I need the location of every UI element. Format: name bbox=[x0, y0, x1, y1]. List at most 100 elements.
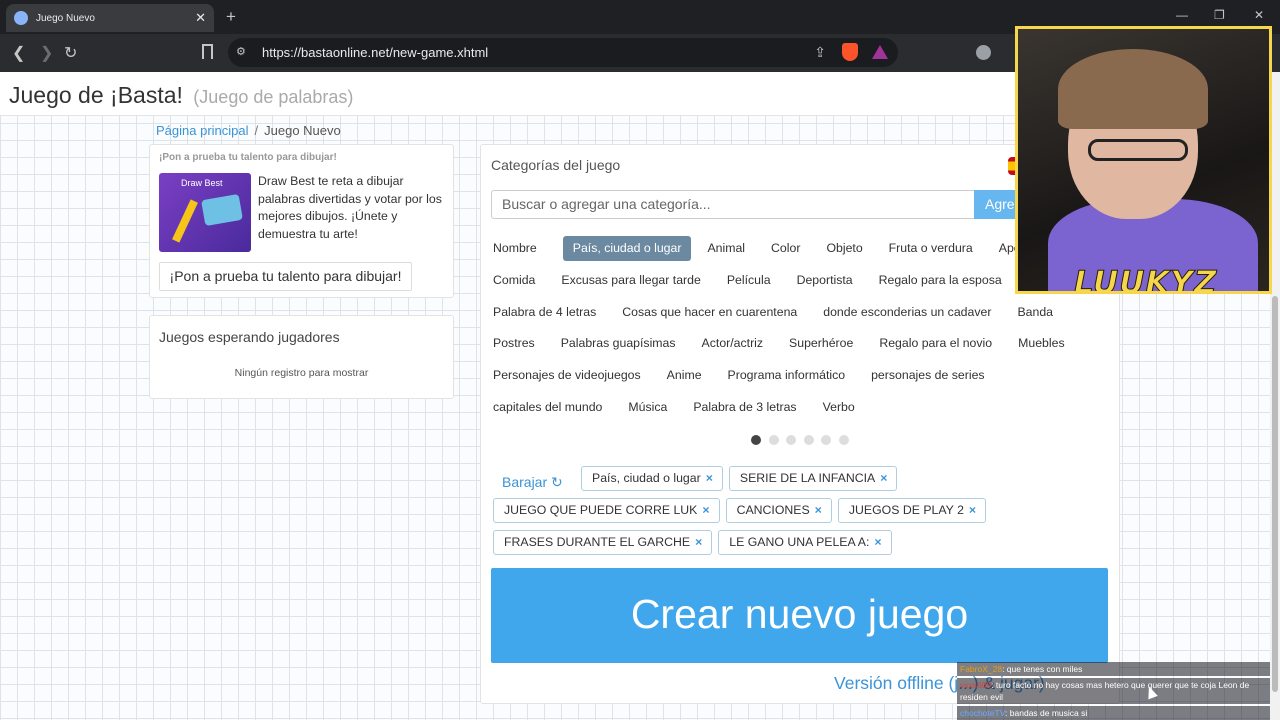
category-chip[interactable]: Banda bbox=[1017, 300, 1066, 325]
remove-category-icon[interactable]: × bbox=[880, 471, 887, 485]
category-chip[interactable]: Palabra de 4 letras bbox=[493, 300, 609, 325]
category-chip[interactable]: Superhéroe bbox=[789, 331, 866, 356]
lets-draw-badge-icon bbox=[201, 193, 243, 227]
selected-row: País, ciudad o lugar × SERIE DE LA INFANC… bbox=[581, 466, 903, 491]
category-chip[interactable]: Cosas que hacer en cuarentena bbox=[622, 300, 810, 325]
extension-icon[interactable] bbox=[976, 45, 991, 60]
chat-user: vxxs609 bbox=[960, 680, 992, 690]
category-chip[interactable]: Muebles bbox=[1018, 331, 1077, 356]
shuffle-button[interactable]: Barajar ↻ bbox=[502, 474, 563, 491]
category-chip-active[interactable]: País, ciudad o lugar bbox=[562, 236, 692, 261]
bookmark-icon[interactable] bbox=[202, 44, 213, 59]
category-chip[interactable]: Regalo para el novio bbox=[879, 331, 1005, 356]
minimize-icon[interactable]: — bbox=[1176, 8, 1188, 22]
category-chip[interactable]: Color bbox=[771, 236, 813, 261]
chat-message: FabroX_28: que tenes con miles bbox=[957, 662, 1270, 676]
close-tab-icon[interactable]: ✕ bbox=[195, 10, 206, 26]
category-row: Comida Excusas para llegar tarde Películ… bbox=[493, 268, 1028, 293]
stream-chat-overlay: FabroX_28: que tenes con miles vxxs609: … bbox=[957, 662, 1270, 720]
selected-category: JUEGOS DE PLAY 2 × bbox=[837, 498, 987, 523]
add-category-button[interactable]: Agre bbox=[974, 190, 1018, 219]
maximize-icon[interactable]: ❐ bbox=[1214, 8, 1225, 22]
window-close-icon[interactable]: ✕ bbox=[1254, 8, 1264, 22]
category-chip[interactable]: Postres bbox=[493, 331, 548, 356]
selected-category-label: SERIE DE LA INFANCIA bbox=[739, 471, 876, 485]
category-chip[interactable]: Programa informático bbox=[728, 363, 859, 388]
selected-row: JUEGO QUE PUEDE CORRE LUK × CANCIONES × JU… bbox=[493, 498, 992, 523]
category-chip[interactable]: donde esconderias un cadaver bbox=[823, 300, 1004, 325]
chat-text: turo facto no hay cosas mas hetero que q… bbox=[960, 680, 1250, 702]
streamer-name: LUUKYZ bbox=[1073, 265, 1218, 294]
remove-category-icon[interactable]: × bbox=[702, 503, 709, 517]
category-chip[interactable]: Regalo para la esposa bbox=[879, 268, 1015, 293]
category-chip[interactable]: Objeto bbox=[826, 236, 875, 261]
browser-tab[interactable]: Juego Nuevo ✕ bbox=[6, 4, 214, 32]
category-chip[interactable]: capitales del mundo bbox=[493, 395, 615, 420]
remove-category-icon[interactable]: × bbox=[969, 503, 976, 517]
promo-card: ¡Pon a prueba tu talento para dibujar! D… bbox=[149, 144, 454, 298]
category-chip[interactable]: Fruta o verdura bbox=[889, 236, 986, 261]
url-text[interactable]: https://bastaonline.net/new-game.xhtml bbox=[262, 45, 488, 60]
remove-category-icon[interactable]: × bbox=[706, 471, 713, 485]
category-chip[interactable]: Música bbox=[628, 395, 680, 420]
pager-dot-active[interactable] bbox=[751, 435, 761, 445]
category-chip[interactable]: Comida bbox=[493, 268, 548, 293]
waiting-games-card: Juegos esperando jugadores Ningún regist… bbox=[149, 315, 454, 399]
pager-dot[interactable] bbox=[821, 435, 831, 445]
address-bar[interactable]: ⚙ https://bastaonline.net/new-game.xhtml… bbox=[228, 38, 898, 67]
chat-user: chochoteTV bbox=[960, 708, 1006, 718]
category-chip[interactable]: Deportista bbox=[797, 268, 866, 293]
site-settings-icon[interactable]: ⚙ bbox=[236, 45, 246, 58]
pager-dot[interactable] bbox=[768, 435, 779, 445]
pager-dot[interactable] bbox=[803, 435, 814, 445]
create-game-button[interactable]: Crear nuevo juego bbox=[491, 568, 1108, 663]
category-chip[interactable]: Animal bbox=[707, 236, 758, 261]
remove-category-icon[interactable]: × bbox=[695, 535, 702, 549]
promo-text: Draw Best te reta a dibujar palabras div… bbox=[258, 174, 442, 241]
scrollbar-thumb[interactable] bbox=[1272, 296, 1278, 692]
new-tab-icon[interactable]: + bbox=[226, 7, 236, 27]
categories-title: Categorías del juego bbox=[491, 157, 621, 173]
category-chip[interactable]: Excusas para llegar tarde bbox=[561, 268, 713, 293]
breadcrumb: Página principal / Juego Nuevo bbox=[156, 123, 341, 138]
category-chip[interactable]: Actor/actriz bbox=[702, 331, 777, 356]
share-icon[interactable]: ⇪ bbox=[814, 44, 826, 61]
category-chip[interactable]: Palabra de 3 letras bbox=[693, 395, 809, 420]
pager-dot[interactable] bbox=[786, 435, 796, 445]
forward-icon[interactable]: ❯ bbox=[40, 43, 53, 63]
selected-category-label: FRASES DURANTE EL GARCHE bbox=[504, 535, 691, 549]
remove-category-icon[interactable]: × bbox=[815, 503, 822, 517]
category-chip[interactable]: Personajes de videojuegos bbox=[493, 363, 654, 388]
site-subtitle: (Juego de palabras) bbox=[193, 87, 354, 107]
category-search-input[interactable]: Buscar o agregar una categoría... bbox=[491, 190, 975, 219]
refresh-icon: ↻ bbox=[551, 474, 563, 490]
site-title[interactable]: Juego de ¡Basta! bbox=[9, 82, 183, 108]
reload-icon[interactable]: ↻ bbox=[64, 43, 77, 63]
chat-user: FabroX_28 bbox=[960, 664, 1003, 674]
category-chip[interactable]: Verbo bbox=[823, 395, 868, 420]
back-icon[interactable]: ❮ bbox=[12, 43, 25, 63]
selected-category-label: País, ciudad o lugar bbox=[592, 471, 701, 485]
selected-category: LE GANO UNA PELEA A: × bbox=[718, 530, 892, 555]
brave-rewards-icon[interactable] bbox=[872, 45, 888, 59]
breadcrumb-home-link[interactable]: Página principal bbox=[156, 123, 249, 138]
selected-category-label: CANCIONES bbox=[736, 503, 810, 517]
category-chip[interactable]: Nombre bbox=[493, 236, 550, 261]
chat-message: chochoteTV: bandas de musica si bbox=[957, 706, 1270, 720]
breadcrumb-separator: / bbox=[254, 123, 259, 138]
chat-text: que tenes con miles bbox=[1006, 664, 1083, 674]
webcam-person-glasses bbox=[1088, 139, 1188, 161]
brave-shields-icon[interactable] bbox=[842, 43, 858, 61]
pencil-icon bbox=[172, 199, 198, 243]
category-chip[interactable]: personajes de series bbox=[871, 363, 997, 388]
webcam-overlay: LUUKYZ bbox=[1015, 26, 1272, 294]
selected-category-label: JUEGOS DE PLAY 2 bbox=[848, 503, 964, 517]
pager-dot[interactable] bbox=[838, 435, 849, 445]
category-chip[interactable]: Anime bbox=[667, 363, 715, 388]
remove-category-icon[interactable]: × bbox=[874, 535, 881, 549]
promo-button[interactable]: ¡Pon a prueba tu talento para dibujar! bbox=[159, 262, 412, 291]
category-chip[interactable]: Película bbox=[727, 268, 784, 293]
draw-best-image[interactable]: Draw Best bbox=[159, 173, 251, 252]
category-chip[interactable]: Palabras guapísimas bbox=[561, 331, 689, 356]
selected-category: SERIE DE LA INFANCIA × bbox=[728, 466, 898, 491]
